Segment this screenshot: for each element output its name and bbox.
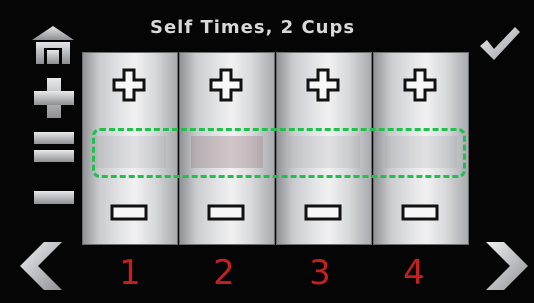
cup-1-minus-button[interactable] <box>110 204 148 221</box>
cup-1-plus-button[interactable] <box>112 68 146 102</box>
chevron-left-icon <box>20 242 62 290</box>
cup-number-3: 3 <box>309 253 331 293</box>
cup-4-plus-button[interactable] <box>403 68 437 102</box>
plus-icon <box>34 78 74 118</box>
home-button[interactable] <box>30 24 76 66</box>
screen-title: Self Times, 2 Cups <box>150 17 356 38</box>
cup-2-minus-button[interactable] <box>207 204 245 221</box>
cup-number-1: 1 <box>119 253 141 293</box>
cup-number-4: 4 <box>403 253 425 293</box>
home-icon <box>32 26 74 64</box>
minus-icon <box>34 191 74 204</box>
cup-2-plus-button[interactable] <box>209 68 243 102</box>
cup-3-minus-button[interactable] <box>304 204 342 221</box>
next-button[interactable] <box>482 240 530 292</box>
cup-timer-screen: Self Times, 2 Cups 1 2 3 4 <box>0 0 534 303</box>
check-icon <box>480 27 520 60</box>
increase-all-button[interactable] <box>33 76 75 120</box>
equal-all-button[interactable] <box>32 128 76 166</box>
previous-button[interactable] <box>14 240 66 292</box>
confirm-button[interactable] <box>477 24 521 64</box>
cup-number-2: 2 <box>213 253 235 293</box>
chevron-right-icon <box>486 242 528 290</box>
cup-3-plus-button[interactable] <box>306 68 340 102</box>
equal-icon <box>34 132 74 162</box>
cup-4-minus-button[interactable] <box>401 204 439 221</box>
decrease-all-button[interactable] <box>32 188 76 208</box>
time-selection-box <box>92 128 466 178</box>
